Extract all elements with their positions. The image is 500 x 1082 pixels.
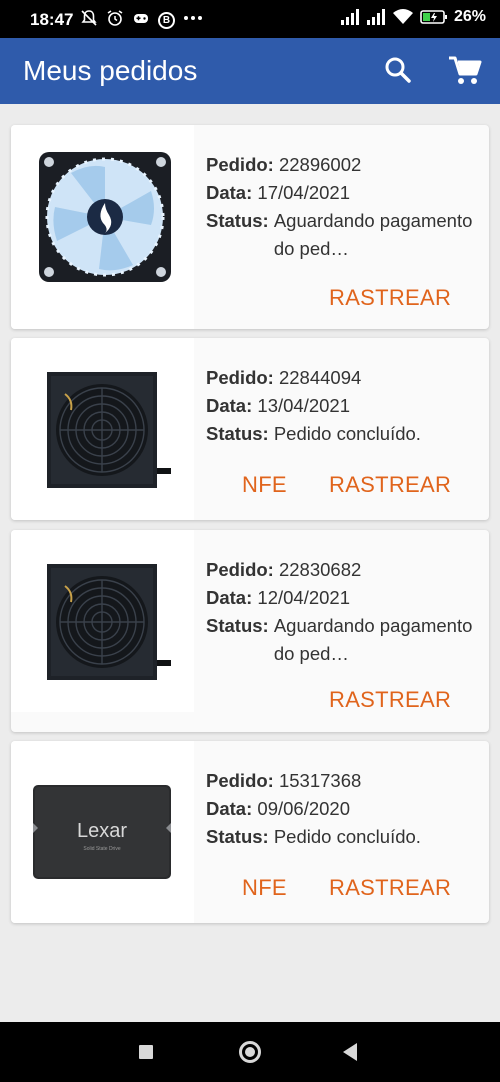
product-image xyxy=(11,125,194,329)
order-number: 22830682 xyxy=(278,559,362,580)
power-supply-icon xyxy=(47,564,171,680)
order-info: Pedido: 15317368 Data: 09/06/2020 Status… xyxy=(206,767,421,851)
status-bar: 18:47 B 26% xyxy=(0,0,500,38)
order-card[interactable]: Lexar Solid State Drive Pedido: 15317368… xyxy=(11,741,489,923)
alarm-icon xyxy=(106,9,124,32)
page-title: Meus pedidos xyxy=(23,55,198,86)
signal-icon xyxy=(366,8,386,26)
product-image xyxy=(11,338,194,520)
wifi-icon xyxy=(392,8,414,26)
status-right-icons: 26% xyxy=(340,8,486,26)
power-supply-icon xyxy=(47,372,171,488)
system-nav-bar xyxy=(0,1022,500,1082)
app-bar: Meus pedidos xyxy=(0,38,500,104)
date-label: Data: xyxy=(206,587,253,608)
status-label: Status: xyxy=(206,615,269,636)
order-info: Pedido: 22896002 Data: 17/04/2021 Status… xyxy=(206,151,474,263)
track-button[interactable]: RASTREAR xyxy=(329,472,451,498)
mute-icon xyxy=(80,9,98,32)
recents-square-icon[interactable] xyxy=(139,1045,153,1059)
more-dots-icon xyxy=(183,9,203,32)
track-button[interactable]: RASTREAR xyxy=(329,285,451,311)
order-card[interactable]: Pedido: 22830682 Data: 12/04/2021 Status… xyxy=(11,530,489,732)
status-left-icons: B xyxy=(80,9,203,32)
status-time: 18:47 xyxy=(30,10,74,29)
order-date: 17/04/2021 xyxy=(257,182,350,203)
order-status: Pedido concluído. xyxy=(273,423,421,444)
track-button[interactable]: RASTREAR xyxy=(329,687,451,713)
order-number: 22896002 xyxy=(278,154,362,175)
nfe-button[interactable]: NFE xyxy=(242,472,287,498)
ssd-icon: Lexar Solid State Drive xyxy=(33,785,171,879)
b-badge-icon: B xyxy=(158,12,175,29)
home-circle-icon[interactable] xyxy=(239,1041,261,1063)
signal-icon xyxy=(340,8,360,26)
order-info: Pedido: 22830682 Data: 12/04/2021 Status… xyxy=(206,556,474,668)
order-status: Aguardando pagamento do ped… xyxy=(273,210,473,259)
status-label: Status: xyxy=(206,423,269,444)
order-status: Aguardando pagamento do ped… xyxy=(273,615,473,664)
gamepad-icon xyxy=(132,9,150,32)
order-label: Pedido: xyxy=(206,559,274,580)
order-date: 09/06/2020 xyxy=(257,798,350,819)
order-label: Pedido: xyxy=(206,770,274,791)
date-label: Data: xyxy=(206,395,253,416)
led-fan-icon xyxy=(39,152,171,282)
cart-icon[interactable] xyxy=(446,53,484,89)
order-number: 22844094 xyxy=(278,367,362,388)
track-button[interactable]: RASTREAR xyxy=(329,875,451,901)
battery-icon xyxy=(420,8,448,26)
order-date: 12/04/2021 xyxy=(257,587,350,608)
status-label: Status: xyxy=(206,826,269,847)
order-status: Pedido concluído. xyxy=(273,826,421,847)
order-card[interactable]: Pedido: 22896002 Data: 17/04/2021 Status… xyxy=(11,125,489,329)
date-label: Data: xyxy=(206,798,253,819)
product-image: Lexar Solid State Drive xyxy=(11,741,194,923)
brand-logo: Lexar xyxy=(77,820,127,842)
back-triangle-icon[interactable] xyxy=(343,1043,357,1061)
nfe-button[interactable]: NFE xyxy=(242,875,287,901)
brand-sub: Solid State Drive xyxy=(83,846,120,852)
search-icon[interactable] xyxy=(380,53,416,89)
order-label: Pedido: xyxy=(206,154,274,175)
status-label: Status: xyxy=(206,210,269,231)
order-date: 13/04/2021 xyxy=(257,395,350,416)
date-label: Data: xyxy=(206,182,253,203)
battery-percent: 26% xyxy=(453,8,486,25)
order-card[interactable]: Pedido: 22844094 Data: 13/04/2021 Status… xyxy=(11,338,489,520)
order-number: 15317368 xyxy=(278,770,362,791)
product-image xyxy=(11,530,194,712)
order-label: Pedido: xyxy=(206,367,274,388)
order-info: Pedido: 22844094 Data: 13/04/2021 Status… xyxy=(206,364,421,448)
